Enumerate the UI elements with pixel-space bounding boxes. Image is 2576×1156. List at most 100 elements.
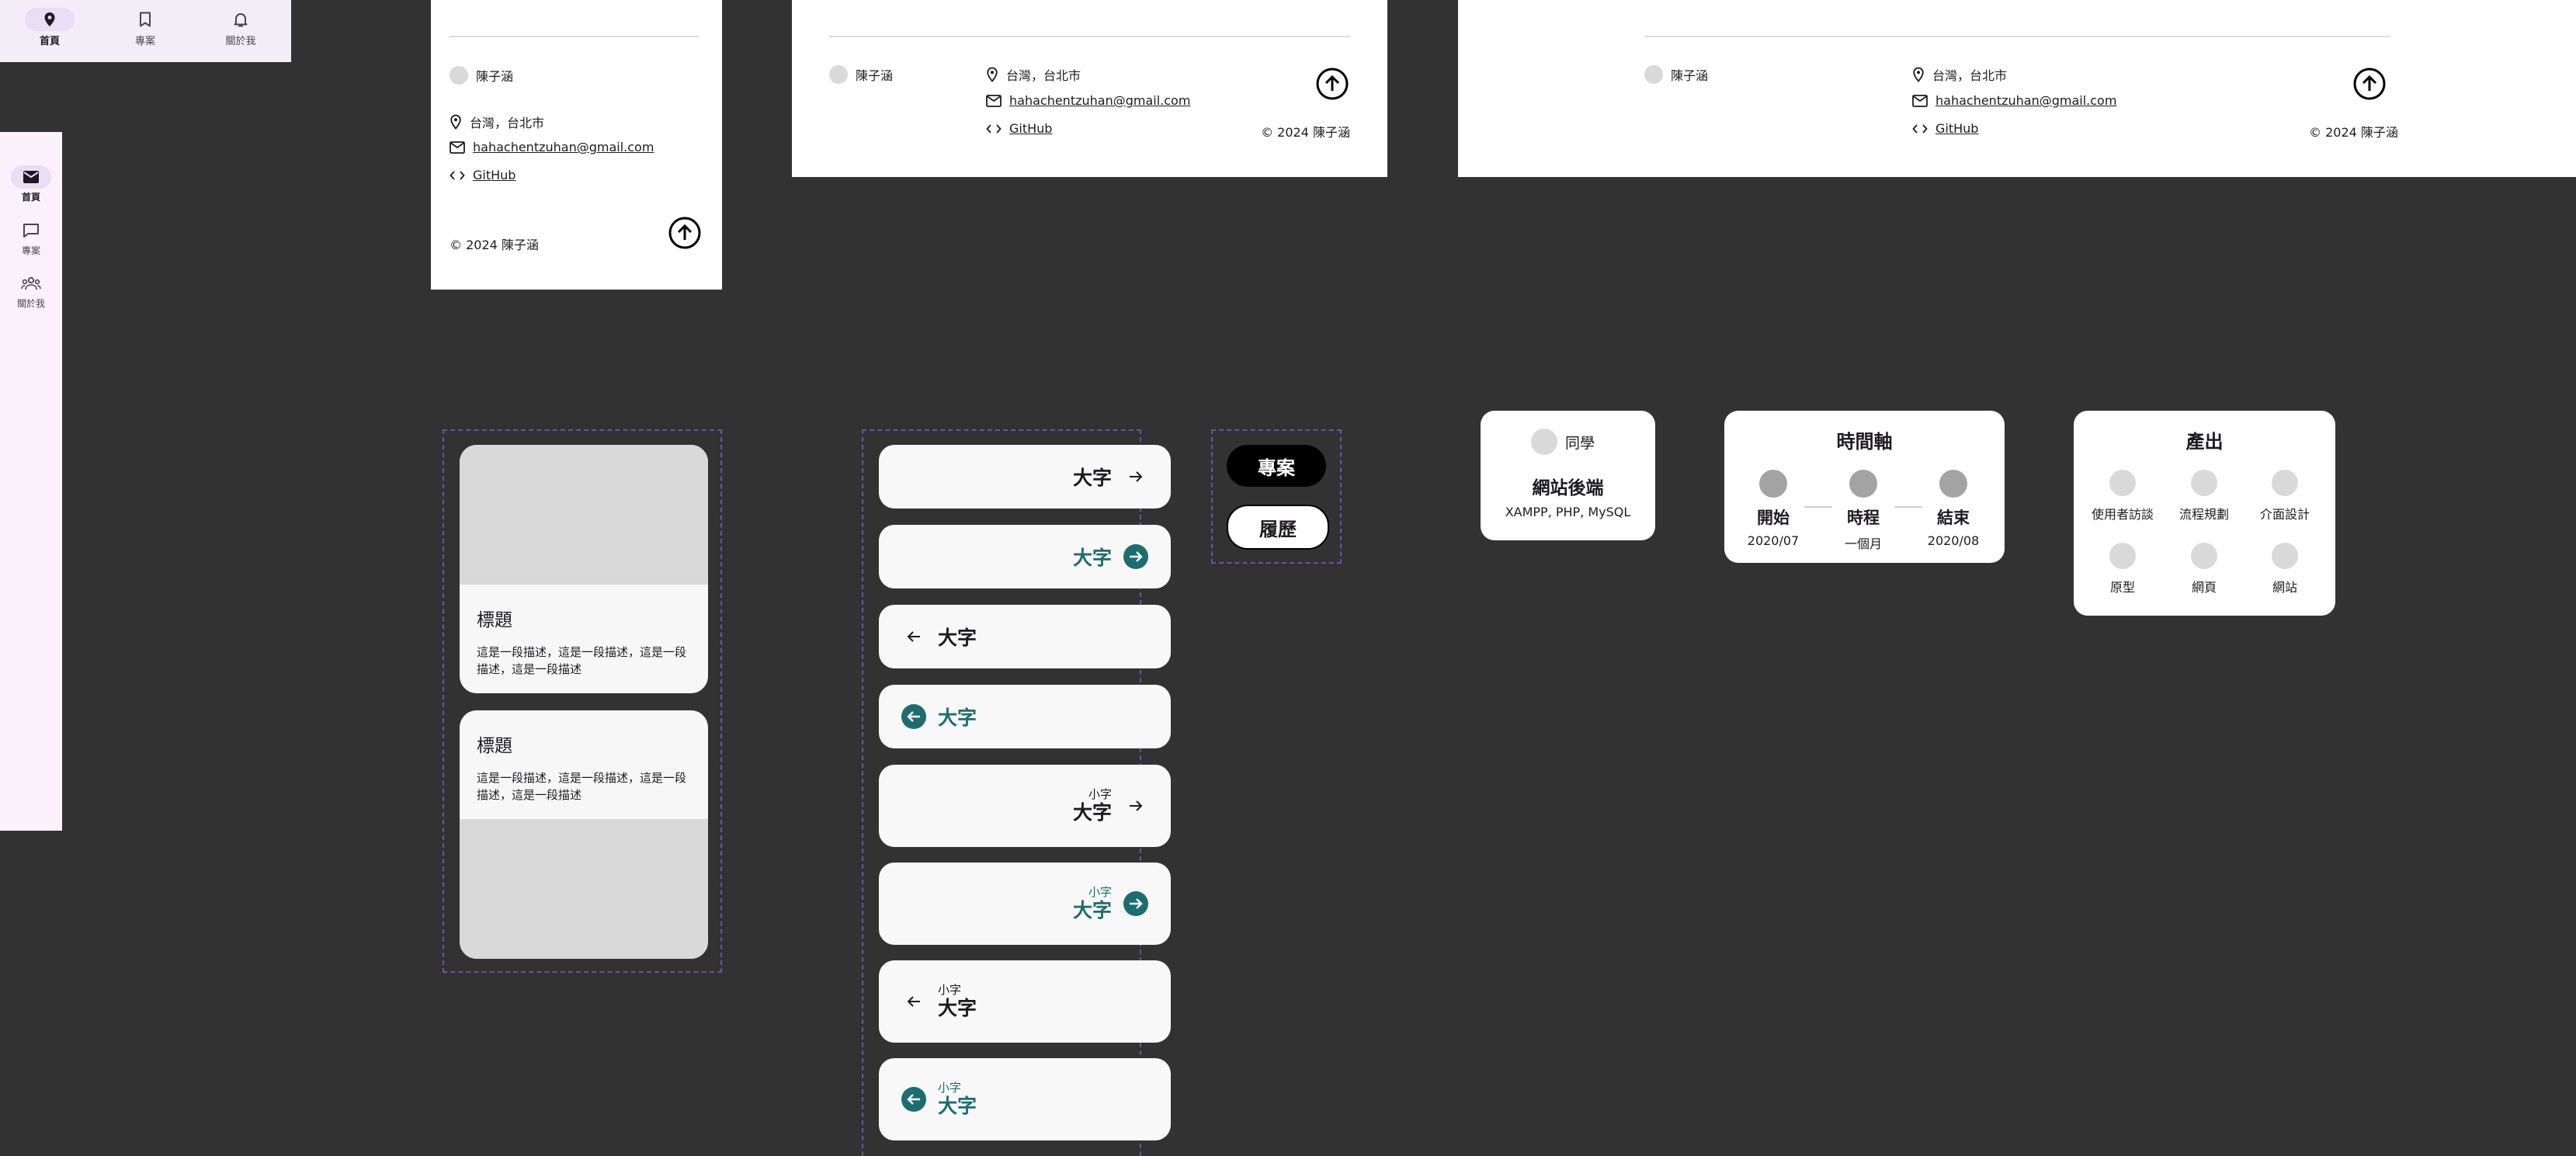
button-big-text: 大字 [938,997,977,1019]
avatar [1531,429,1557,455]
next-link-button-with-caption-active[interactable]: 小字 大字 [879,863,1171,945]
arrow-right-icon [1130,471,1143,482]
button-big-text: 大字 [1072,801,1112,824]
prev-link-button-with-caption-active[interactable]: 小字 大字 [879,1058,1171,1140]
location-pin-icon [987,67,998,82]
timeline-dot [1939,470,1967,498]
prev-link-button[interactable]: 大字 [879,605,1171,668]
location-text: 台灣，台北市 [1932,68,2008,83]
avatar [1644,65,1663,84]
footer-author: 陳子涵 [829,65,893,84]
email-link[interactable]: hahachentzuhan@gmail.com [1935,93,2116,108]
github-link[interactable]: GitHub [1935,121,1978,136]
code-icon [1912,123,1928,134]
arrow-up-circle-icon[interactable] [2352,67,2387,101]
rail-label: 專案 [21,245,40,256]
bottom-navigation-bar: 首頁 專案 關於我 [0,0,291,62]
next-link-button-active[interactable]: 大字 [879,525,1171,588]
output-item: 流程規劃 [2161,470,2247,522]
timeline-end: 結束 2020/08 [1915,470,1992,548]
next-link-button-with-caption[interactable]: 小字 大字 [879,765,1171,847]
next-link-button[interactable]: 大字 [879,445,1171,509]
mail-icon [450,141,465,154]
avatar [829,65,848,84]
project-card[interactable]: 標題 這是一段描述，這是一段描述，這是一段描述，這是一段描述 [460,710,708,959]
arrow-up-circle-icon[interactable] [1315,67,1349,101]
author-name: 陳子涵 [1671,68,1709,83]
prev-link-button-active[interactable]: 大字 [879,685,1171,748]
bottom-nav-item-home[interactable]: 首頁 [3,8,96,47]
output-label: 流程規劃 [2178,507,2229,522]
footer-copyright: © 2024 陳子涵 [450,238,539,252]
arrow-up-circle-icon[interactable] [668,216,702,250]
button-big-text: 大字 [1072,547,1112,569]
button-small-text: 小字 [938,983,962,997]
output-item: 介面設計 [2242,470,2328,522]
output-label: 介面設計 [2259,507,2310,522]
location-pin-icon [450,114,461,130]
timeline-dot [1759,470,1787,498]
output-label: 原型 [2109,580,2135,595]
output-card: 產出 使用者訪談 流程規劃 介面設計 原型 網頁 網站 [2074,411,2335,616]
mail-icon [1912,94,1928,107]
output-item: 網站 [2242,543,2328,595]
footer-copyright: © 2024 陳子涵 [1261,125,1350,140]
arrow-left-circle-icon [901,1087,926,1112]
resume-button[interactable]: 履歷 [1227,505,1329,550]
people-icon [21,276,41,290]
output-icon-placeholder [2191,543,2217,569]
navigation-rail: 首頁 專案 關於我 [0,132,62,831]
timeline-label: 開始 [1757,509,1790,527]
location-text: 台灣，台北市 [470,116,545,130]
email-link[interactable]: hahachentzuhan@gmail.com [473,140,654,154]
rail-item-home[interactable]: 首頁 [0,165,62,203]
code-icon [450,170,465,180]
toggle-button-variants: 專案 履歷 [1211,429,1342,564]
rail-item-about[interactable]: 關於我 [0,272,62,310]
footer-divider [1644,36,2390,37]
footer-author: 陳子涵 [1644,65,1708,84]
arrow-left-icon [907,631,920,642]
arrow-right-circle-icon [1123,544,1148,569]
timeline-value: 一個月 [1844,536,1882,551]
arrow-left-icon [907,996,920,1007]
chat-bubble-icon [23,224,39,238]
footer-email: hahachentzuhan@gmail.com [1912,93,2116,108]
footer-copyright: © 2024 陳子涵 [2309,125,2398,140]
card-description: 這是一段描述，這是一段描述，這是一段描述，這是一段描述 [477,771,687,802]
rail-label: 首頁 [21,192,40,203]
timeline-value: 2020/07 [1747,533,1800,548]
bottom-nav-item-about[interactable]: 關於我 [194,8,287,47]
bottom-nav-item-projects[interactable]: 專案 [99,8,192,47]
role-title: 網站後端 [1532,478,1604,498]
timeline-dot [1849,470,1877,498]
projects-button[interactable]: 專案 [1227,445,1326,487]
footer-desktop: 陳子涵 台灣，台北市 hahachentzuhan@gmail.com GitH… [1458,0,2576,177]
footer-mobile: 陳子涵 台灣，台北市 hahachentzuhan@gmail.com GitH… [431,0,722,290]
bottom-nav-label: 專案 [134,36,155,47]
prev-link-button-with-caption[interactable]: 小字 大字 [879,960,1171,1043]
footer-email: hahachentzuhan@gmail.com [986,93,1190,108]
footer-divider [829,36,1350,37]
bookmark-icon [140,12,151,27]
arrow-right-circle-icon [1123,891,1148,916]
timeline-card: 時間軸 開始 2020/07 時程 一個月 結束 2020/08 [1724,411,2005,563]
footer-email: hahachentzuhan@gmail.com [450,140,654,154]
rail-item-projects[interactable]: 專案 [0,219,62,257]
footer-author: 陳子涵 [450,66,513,85]
rail-label: 關於我 [16,298,45,309]
email-link[interactable]: hahachentzuhan@gmail.com [1009,93,1190,108]
output-icon-placeholder [2272,543,2298,569]
button-big-text: 大字 [1072,899,1112,922]
arrow-left-circle-icon [901,704,926,729]
mail-icon [986,94,1002,107]
github-link[interactable]: GitHub [473,168,516,182]
bell-icon [234,13,248,27]
footer-location: 台灣，台北市 [1912,65,2007,84]
bottom-nav-label: 首頁 [39,36,60,47]
github-link[interactable]: GitHub [1009,121,1052,136]
arrow-right-icon [1130,800,1143,811]
project-card[interactable]: 標題 這是一段描述，這是一段描述，這是一段描述，這是一段描述 [460,445,708,693]
timeline-title: 時間軸 [1836,431,1893,453]
card-image-placeholder [460,445,708,585]
